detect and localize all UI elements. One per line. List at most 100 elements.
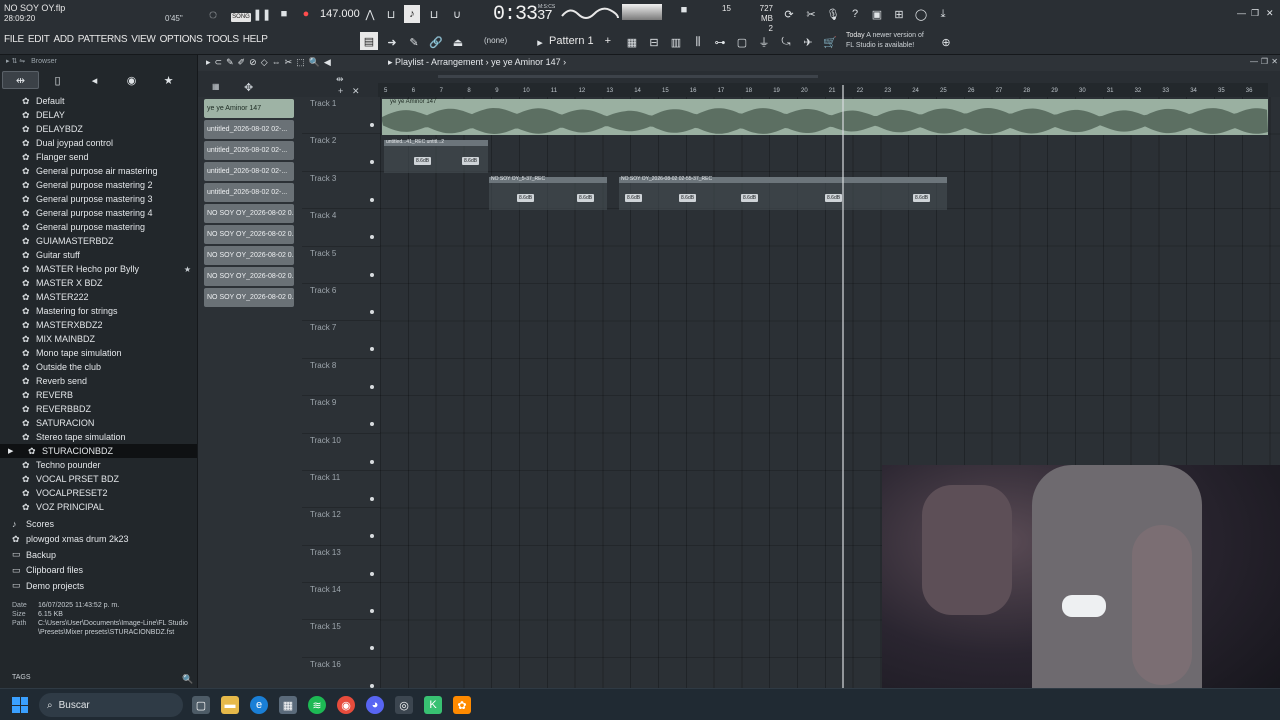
performance-icon[interactable]: ✈ <box>800 34 816 50</box>
clip-source-item[interactable]: NO SOY OY_2026-08-02 0... <box>204 267 294 286</box>
favorite-star-icon[interactable]: ★ <box>184 265 191 274</box>
menu-view[interactable]: VIEW <box>131 34 156 45</box>
track-header[interactable]: Track 12 <box>302 508 380 546</box>
clip-source-item[interactable]: untitled_2026-08-02 02-... <box>204 162 294 181</box>
record-mode-icon[interactable]: ◌ <box>205 6 221 22</box>
track-header[interactable]: Track 1 <box>302 97 380 135</box>
preset-item[interactable]: ✿ GUIAMASTERBDZ <box>0 234 197 248</box>
select-tool-icon[interactable]: ⬚ <box>296 57 305 68</box>
help-icon[interactable]: ? <box>847 6 863 22</box>
windows-start-icon[interactable] <box>12 697 28 713</box>
track-mute-led[interactable] <box>370 646 374 651</box>
track-mute-led[interactable] <box>370 422 374 427</box>
timeline-ruler[interactable]: 5 6 7 8 9 10 11 12 13 14 15 16 17 18 19 20 21 22 23 24 25 26 2… <box>378 83 1268 97</box>
track-header[interactable]: Track 15 <box>302 620 380 658</box>
track-header[interactable]: Track 9 <box>302 396 380 434</box>
track-mute-led[interactable] <box>370 609 374 614</box>
track-mute-led[interactable] <box>370 571 374 576</box>
tempo-display[interactable]: 147.000 <box>320 8 360 20</box>
track-header[interactable]: Track 3 <box>302 172 380 210</box>
stamp-icon[interactable]: ⏏ <box>450 34 466 50</box>
arrow-right-icon[interactable]: ➜ <box>384 34 400 50</box>
slice-tool-icon[interactable]: ✂ <box>285 57 293 68</box>
slip-tool-icon[interactable]: ⇔ <box>272 57 281 68</box>
preset-item[interactable]: ✿ VOCAL PRSET BDZ <box>0 472 197 486</box>
playlist-menu-icon[interactable]: ▸ <box>206 57 211 68</box>
task-view-icon[interactable]: ▢ <box>192 696 210 714</box>
playlist-maximize-icon[interactable]: ❐ <box>1261 57 1268 66</box>
track-header[interactable]: Track 14 <box>302 583 380 621</box>
preset-item[interactable]: ✿ DELAY <box>0 108 197 122</box>
clip-source-item[interactable]: untitled_2026-08-02 02-... <box>204 183 294 202</box>
file-explorer-icon[interactable]: ▬ <box>221 696 239 714</box>
cut-icon[interactable]: ✂ <box>803 6 819 22</box>
pan-icon[interactable]: ✥ <box>244 81 253 94</box>
piano-roll-icon[interactable]: ▥ <box>668 34 684 50</box>
add-track-icon[interactable]: + <box>338 86 343 96</box>
playhead[interactable] <box>842 85 844 688</box>
delete-tool-icon[interactable]: ⊘ <box>249 57 257 68</box>
track-mute-led[interactable] <box>370 123 374 127</box>
master-pitch-icon[interactable]: ■ <box>676 2 692 18</box>
globe-icon[interactable]: ⊕ <box>938 34 954 50</box>
preset-item[interactable]: ✿ REVERBBDZ <box>0 402 197 416</box>
download-icon[interactable]: ⤓ <box>935 6 951 22</box>
preset-item[interactable]: ✿ Mastering for strings <box>0 304 197 318</box>
track-header[interactable]: Track 8 <box>302 359 380 397</box>
browser-files-tab[interactable]: ▯ <box>39 71 76 89</box>
preset-item[interactable]: ✿ Outside the club <box>0 360 197 374</box>
playback-tool-icon[interactable]: ◀ <box>324 57 331 68</box>
channel-rack-icon[interactable]: ⊟ <box>646 34 662 50</box>
preset-item[interactable]: ✿ Mono tape simulation <box>0 346 197 360</box>
zoom-handle-icon[interactable]: ⇹ <box>336 74 344 85</box>
chrome-icon[interactable]: ◉ <box>337 696 355 714</box>
touch-keyboard-icon[interactable]: ⤿ <box>778 34 794 50</box>
track-mute-led[interactable] <box>370 459 374 464</box>
preset-item[interactable]: ✿ MASTER X BDZ <box>0 276 197 290</box>
track2-audio-clip[interactable]: untitled...41_REC untitl...2 8.6dB 8.6dB <box>384 139 488 173</box>
close-icon[interactable]: ✕ <box>1266 8 1274 19</box>
menu-patterns[interactable]: PATTERNS <box>78 34 128 45</box>
preset-item[interactable]: ✿ MASTERXBDZ2 <box>0 318 197 332</box>
zoom-tool-icon[interactable]: 🔍 <box>309 57 320 68</box>
browser-plugins-tab[interactable]: ◂ <box>76 71 113 89</box>
loop-record-icon[interactable]: ∪ <box>449 6 465 22</box>
track-mute-led[interactable] <box>370 496 374 501</box>
preset-item[interactable]: ✿ Default <box>0 94 197 108</box>
edge-icon[interactable]: e <box>250 696 268 714</box>
folder-item[interactable]: ▭ Clipboard files <box>0 563 197 579</box>
countdown-icon[interactable]: ♪ <box>404 5 420 23</box>
menu-edit[interactable]: EDIT <box>28 34 50 45</box>
track-mute-led[interactable] <box>370 309 374 314</box>
browser-nav-icon[interactable]: ▸ ⇅ ⇋ <box>6 55 25 69</box>
obs-icon[interactable]: ◎ <box>395 696 413 714</box>
track-mute-led[interactable] <box>370 384 374 389</box>
mute-tool-icon[interactable]: ◇ <box>261 57 268 68</box>
track3-audio-clip-a[interactable]: NO SOY OY_5-37_REC 8.6dB 8.6dB <box>489 176 607 210</box>
menu-add[interactable]: ADD <box>54 34 75 45</box>
minimize-icon[interactable]: — <box>1237 8 1246 18</box>
track-mute-led[interactable] <box>370 160 374 165</box>
fl-studio-icon[interactable]: ✿ <box>453 696 471 714</box>
track-header[interactable]: Track 13 <box>302 546 380 584</box>
preset-item[interactable]: ✿ General purpose air mastering <box>0 164 197 178</box>
plugin-icon[interactable]: ⊞ <box>891 6 907 22</box>
clip-source-item[interactable]: untitled_2026-08-02 02-... <box>204 141 294 160</box>
preset-item[interactable]: ✿ General purpose mastering 3 <box>0 192 197 206</box>
browser-favorites-tab[interactable]: ★ <box>150 71 187 89</box>
browser-icon[interactable]: ⊶ <box>712 34 728 50</box>
menu-file[interactable]: FILE <box>4 34 24 45</box>
track-mute-led[interactable] <box>370 272 374 277</box>
chat-icon[interactable]: ◯ <box>913 6 929 22</box>
folder-item[interactable]: ♪ Scores <box>0 516 197 532</box>
track-header[interactable]: Track 5 <box>302 247 380 284</box>
preset-item[interactable]: ✿ MASTER Hecho por Bylly ★ <box>0 262 197 276</box>
preset-item[interactable]: ✿ General purpose mastering 4 <box>0 206 197 220</box>
wait-input-icon[interactable]: ⊔ <box>383 6 399 22</box>
menu-options[interactable]: OPTIONS <box>160 34 203 45</box>
track-mute-led[interactable] <box>370 534 374 539</box>
refresh-icon[interactable]: ⟳ <box>781 6 797 22</box>
clip-source-item[interactable]: NO SOY OY_2026-08-02 0... <box>204 225 294 244</box>
preset-item[interactable]: ✿ Flanger send <box>0 150 197 164</box>
store-icon[interactable]: 🛒 <box>822 34 838 50</box>
